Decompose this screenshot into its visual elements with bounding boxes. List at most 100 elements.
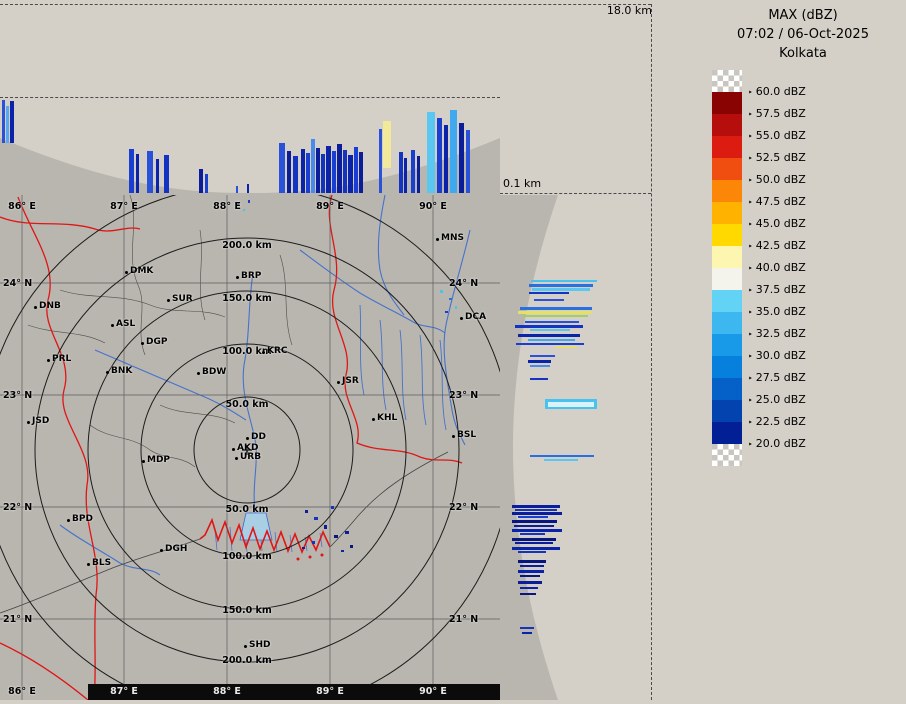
lon-label-bottom: 88° E — [213, 686, 241, 697]
legend-tick-icon: ‣ — [748, 352, 753, 361]
city-label: KRC — [267, 346, 288, 356]
legend-color-cell — [712, 400, 742, 422]
echo-bar — [530, 365, 550, 367]
echo-bar — [279, 143, 285, 193]
echo-bar — [359, 152, 363, 193]
legend-threshold-text: 47.5 dBZ — [755, 195, 806, 208]
city-label: MDP — [147, 455, 171, 465]
lat-label-right: 23° N — [449, 390, 479, 401]
axis-top-height-label: 18.0 km — [606, 4, 652, 17]
echo-bar — [516, 343, 584, 345]
legend-threshold-label: ‣ 52.5 dBZ — [748, 151, 806, 166]
echo-bar — [520, 565, 544, 567]
color-scale-cells — [712, 92, 742, 444]
lon-label: 88° E — [213, 201, 241, 212]
lat-label-left: 23° N — [3, 390, 33, 401]
range-ring-label: 50.0 km — [225, 399, 269, 410]
above-range-checker — [712, 70, 742, 92]
legend-threshold-label: ‣ 50.0 dBZ — [748, 173, 806, 188]
echo-bar — [512, 538, 556, 541]
right-profile-echo-bars — [500, 195, 651, 700]
legend-tick-icon: ‣ — [748, 286, 753, 295]
legend-tick-icon: ‣ — [748, 418, 753, 427]
lon-label-bottom: 89° E — [316, 686, 344, 697]
echo-bar — [529, 284, 593, 287]
panel-divider-line — [651, 4, 652, 700]
echo-bar — [532, 288, 590, 291]
city-marker-dot — [106, 371, 109, 374]
city-marker-dot — [262, 351, 265, 354]
city-label: MNS — [441, 233, 464, 243]
city-label: BLS — [92, 558, 112, 568]
lon-label-bottom: 86° E — [8, 686, 36, 697]
legend-tick-icon: ‣ — [748, 374, 753, 383]
echo-bar — [236, 186, 238, 193]
city-marker-dot — [372, 418, 375, 421]
legend-threshold-label: ‣ 37.5 dBZ — [748, 283, 806, 298]
color-scale-bar — [712, 70, 742, 466]
echo-bar — [512, 512, 562, 515]
legend-color-cell — [712, 290, 742, 312]
echo-bar — [518, 551, 546, 553]
legend-threshold-label: ‣ 22.5 dBZ — [748, 415, 806, 430]
range-ring-label: 50.0 km — [225, 504, 269, 515]
city-marker-dot — [460, 317, 463, 320]
echo-bar — [512, 547, 560, 550]
echo-bar — [528, 339, 575, 341]
lon-label: 89° E — [316, 201, 344, 212]
city-marker-dot — [337, 381, 340, 384]
legend-threshold-label: ‣ 20.0 dBZ — [748, 437, 806, 452]
echo-bar — [518, 560, 546, 563]
legend-tick-icon: ‣ — [748, 264, 753, 273]
legend-threshold-text: 60.0 dBZ — [755, 85, 806, 98]
echo-bar — [10, 101, 14, 143]
echo-bar — [530, 455, 594, 457]
legend-threshold-text: 20.0 dBZ — [755, 437, 806, 450]
lat-label-left: 21° N — [3, 614, 33, 625]
legend-color-cell — [712, 268, 742, 290]
legend-threshold-label: ‣ 45.0 dBZ — [748, 217, 806, 232]
city-label: JSR — [342, 376, 359, 386]
below-range-checker — [712, 444, 742, 466]
echo-bar — [518, 570, 544, 573]
lat-label-right: 21° N — [449, 614, 479, 625]
city-label: BSL — [457, 430, 477, 440]
radar-map-panel[interactable]: 86° E 86° E 87° E 87° E 88° E 88° E 89° E 89° E… — [0, 0, 545, 704]
legend-threshold-text: 50.0 dBZ — [755, 173, 806, 186]
city-marker-dot — [125, 271, 128, 274]
legend-threshold-label: ‣ 40.0 dBZ — [748, 261, 806, 276]
echo-bar — [383, 121, 391, 168]
right-height-profile-panel[interactable] — [500, 195, 651, 700]
echo-bar — [512, 520, 557, 523]
legend-threshold-label: ‣ 55.0 dBZ — [748, 129, 806, 144]
echo-bar — [444, 125, 448, 193]
echo-bar — [518, 581, 542, 584]
city-label: URB — [240, 452, 262, 462]
map-label-overlay: 86° E 86° E 87° E 87° E 88° E 88° E 89° E 89° E… — [0, 195, 500, 700]
echo-bar — [530, 329, 570, 331]
legend-color-cell — [712, 158, 742, 180]
legend-threshold-text: 40.0 dBZ — [755, 261, 806, 274]
legend-tick-icon: ‣ — [748, 330, 753, 339]
city-marker-dot — [34, 306, 37, 309]
range-ring-label: 200.0 km — [222, 240, 272, 251]
echo-bar — [515, 509, 557, 511]
echo-bar — [164, 155, 169, 193]
city-label: DNB — [39, 301, 61, 311]
city-marker-dot — [246, 437, 249, 440]
echo-bar — [399, 152, 403, 193]
city-marker-dot — [27, 421, 30, 424]
echo-bar — [311, 139, 315, 193]
city-marker-dot — [232, 448, 235, 451]
city-label: DGH — [165, 544, 188, 554]
echo-bar — [520, 593, 536, 595]
city-marker-dot — [142, 460, 145, 463]
city-marker-dot — [87, 563, 90, 566]
echo-bar — [528, 360, 551, 363]
echo-bar — [520, 587, 538, 589]
city-label: JSD — [32, 416, 50, 426]
legend-tick-icon: ‣ — [748, 220, 753, 229]
legend-color-cell — [712, 422, 742, 444]
city-marker-dot — [197, 372, 200, 375]
legend-threshold-label: ‣ 25.0 dBZ — [748, 393, 806, 408]
